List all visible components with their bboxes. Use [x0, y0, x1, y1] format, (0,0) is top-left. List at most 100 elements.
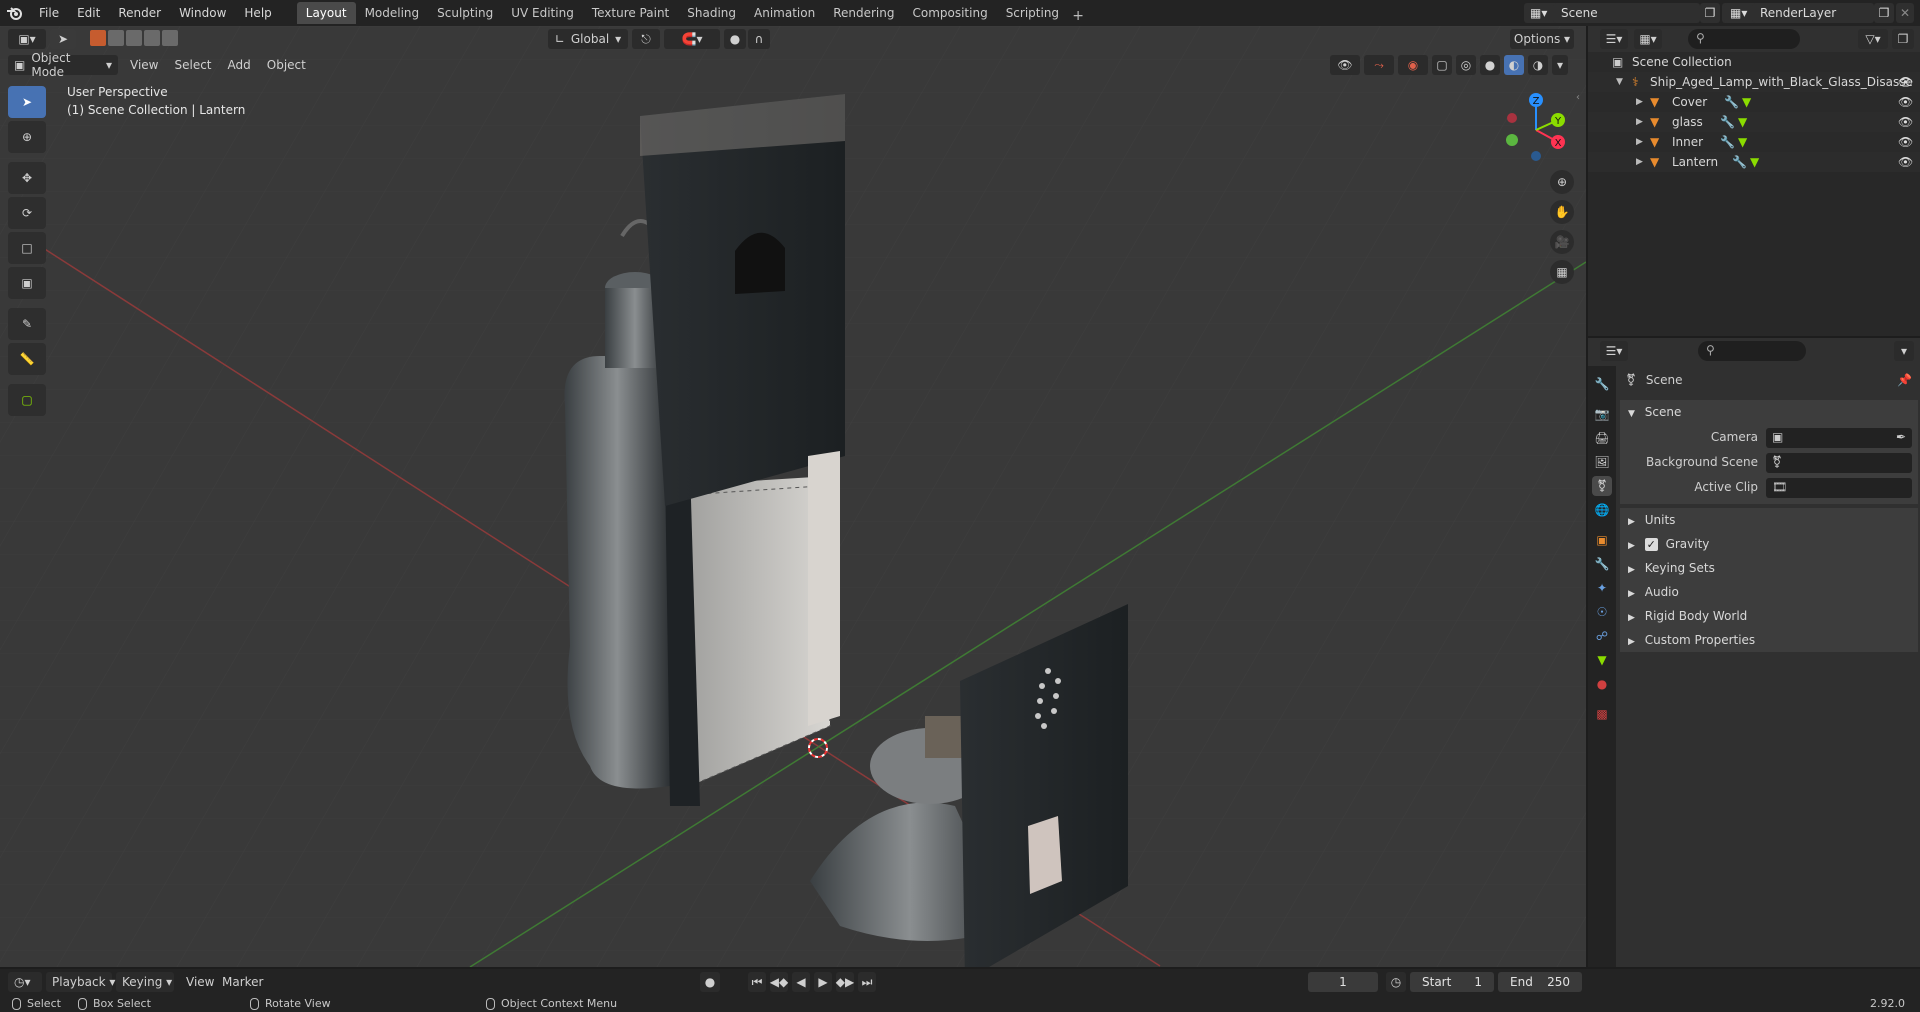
menu-edit[interactable]: Edit: [68, 0, 109, 26]
start-frame-field[interactable]: Start 1: [1410, 972, 1494, 992]
current-frame-field[interactable]: 1: [1308, 972, 1378, 992]
transform-tool[interactable]: ▣: [8, 267, 46, 299]
tab-uv-editing[interactable]: UV Editing: [502, 2, 583, 24]
select-difference-icon[interactable]: [144, 30, 160, 46]
view-layer-name-field[interactable]: RenderLayer: [1752, 3, 1874, 23]
tab-layout[interactable]: Layout: [296, 2, 356, 24]
select-new-icon[interactable]: [90, 30, 106, 46]
constraints-tab-icon[interactable]: ☍: [1592, 626, 1612, 646]
menu-marker[interactable]: Marker: [214, 969, 271, 995]
chevron-down-icon[interactable]: ▾: [1552, 55, 1568, 75]
pivot-point-icon[interactable]: ⎋: [632, 29, 660, 49]
outliner-row-lantern[interactable]: ▶ ▼ Lantern 🔧 ▼ 👁: [1588, 152, 1920, 172]
measure-tool[interactable]: 📏: [8, 343, 46, 375]
gizmo-neg-z[interactable]: [1531, 151, 1541, 161]
properties-editor-icon[interactable]: ☰▾: [1600, 341, 1628, 361]
object-tab-icon[interactable]: ▣: [1592, 530, 1612, 550]
transform-orientation-dropdown[interactable]: ∟ Global ▾: [548, 29, 628, 49]
select-extend-icon[interactable]: [108, 30, 124, 46]
preview-range-icon[interactable]: ◷: [1386, 972, 1406, 992]
navigation-gizmo[interactable]: Z X Y: [1500, 88, 1572, 166]
mesh-data-icon[interactable]: ▼: [1750, 152, 1759, 172]
wireframe-shading-icon[interactable]: ◎: [1456, 55, 1476, 75]
new-scene-icon[interactable]: ❐: [1700, 3, 1720, 23]
tab-modeling[interactable]: Modeling: [356, 2, 429, 24]
menu-select[interactable]: Select: [166, 52, 219, 78]
visibility-icon[interactable]: 👁: [1330, 55, 1360, 75]
eyedropper-icon[interactable]: ✒: [1896, 430, 1906, 444]
display-mode-icon[interactable]: ▦▾: [1634, 29, 1662, 49]
filter-icon[interactable]: ▽▾: [1858, 29, 1888, 49]
outliner-editor-icon[interactable]: ☰▾: [1600, 29, 1628, 49]
camera-field[interactable]: ▣ ✒: [1766, 428, 1912, 448]
record-icon[interactable]: ●: [700, 972, 720, 992]
particles-tab-icon[interactable]: ✦: [1592, 578, 1612, 598]
next-keyframe-icon[interactable]: ◆▶: [836, 972, 854, 992]
rigid-body-world-panel-header[interactable]: ▶ Rigid Body World: [1620, 604, 1918, 628]
play-icon[interactable]: ▶: [814, 972, 832, 992]
editor-type-button[interactable]: ▣▾: [8, 29, 46, 49]
background-scene-field[interactable]: ⚧: [1766, 453, 1912, 473]
rotate-tool[interactable]: ⟳: [8, 197, 46, 229]
add-workspace-button[interactable]: +: [1068, 8, 1088, 24]
modifier-wrench-icon[interactable]: 🔧: [1720, 132, 1735, 152]
menu-window[interactable]: Window: [170, 0, 235, 26]
menu-object[interactable]: Object: [259, 52, 314, 78]
material-shading-icon[interactable]: ◐: [1504, 55, 1524, 75]
modifier-wrench-icon[interactable]: 🔧: [1732, 152, 1747, 172]
audio-panel-header[interactable]: ▶ Audio: [1620, 580, 1918, 604]
tab-rendering[interactable]: Rendering: [824, 2, 903, 24]
xray-icon[interactable]: ▢: [1432, 55, 1452, 75]
units-panel-header[interactable]: ▶ Units: [1620, 508, 1918, 532]
timeline-editor-icon[interactable]: ◷▾: [8, 972, 42, 992]
cursor-tool[interactable]: ⊕: [8, 121, 46, 153]
eye-icon[interactable]: 👁: [1898, 152, 1913, 172]
eye-icon[interactable]: 👁: [1898, 72, 1913, 92]
scale-tool[interactable]: □: [8, 232, 46, 264]
jump-end-icon[interactable]: ⏭: [858, 972, 876, 992]
sidebar-toggle-icon[interactable]: ‹: [1576, 92, 1580, 103]
output-tab-icon[interactable]: 🖨: [1592, 428, 1612, 448]
keying-sets-panel-header[interactable]: ▶ Keying Sets: [1620, 556, 1918, 580]
menu-render[interactable]: Render: [109, 0, 170, 26]
pin-icon[interactable]: 📌: [1897, 370, 1912, 390]
tab-shading[interactable]: Shading: [678, 2, 745, 24]
physics-tab-icon[interactable]: ☉: [1592, 602, 1612, 622]
menu-view[interactable]: View: [122, 52, 166, 78]
custom-properties-panel-header[interactable]: ▶ Custom Properties: [1620, 628, 1918, 652]
solid-shading-icon[interactable]: ●: [1480, 55, 1500, 75]
gizmo-neg-x[interactable]: [1507, 113, 1517, 123]
gizmo-icon[interactable]: ⤳: [1364, 55, 1394, 75]
scene-name-field[interactable]: Scene: [1553, 3, 1700, 23]
scene-panel-header[interactable]: ▼ Scene: [1620, 400, 1918, 424]
falloff-icon[interactable]: ∩: [748, 29, 770, 49]
outliner-row-collection[interactable]: ▼ ⚕ Ship_Aged_Lamp_with_Black_Glass_Disa…: [1588, 72, 1920, 92]
snap-icon[interactable]: 🧲▾: [664, 29, 720, 49]
cover-object[interactable]: [640, 94, 845, 506]
gravity-panel-header[interactable]: ▶ ✓ Gravity: [1620, 532, 1918, 556]
eye-icon[interactable]: 👁: [1898, 132, 1913, 152]
modifier-tab-icon[interactable]: 🔧: [1592, 554, 1612, 574]
tool-tab-icon[interactable]: 🔧: [1592, 374, 1612, 394]
select-subtract-icon[interactable]: [126, 30, 142, 46]
eye-icon[interactable]: 👁: [1898, 112, 1913, 132]
mode-dropdown[interactable]: ▣ Object Mode ▾: [8, 51, 118, 79]
select-intersect-icon[interactable]: [162, 30, 178, 46]
3d-viewport[interactable]: ▣▾ ➤ ∟ Global ▾ ⎋ 🧲▾ ● ∩ Options ▾ ▣ Obj…: [0, 26, 1586, 967]
mesh-data-icon[interactable]: ▼: [1738, 132, 1747, 152]
camera-view-icon[interactable]: 🎥: [1550, 230, 1574, 254]
view-layer-tab-icon[interactable]: 🖼: [1592, 452, 1612, 472]
overlays-icon[interactable]: ◉: [1398, 55, 1428, 75]
tab-texture-paint[interactable]: Texture Paint: [583, 2, 678, 24]
chevron-down-icon[interactable]: ▾: [1894, 341, 1914, 361]
material-tab-icon[interactable]: ●: [1592, 674, 1612, 694]
eye-icon[interactable]: 👁: [1898, 92, 1913, 112]
expand-triangle-icon[interactable]: ▶: [1636, 132, 1643, 152]
tab-animation[interactable]: Animation: [745, 2, 824, 24]
texture-tab-icon[interactable]: ▩: [1592, 704, 1612, 724]
add-cube-tool[interactable]: ▢: [8, 384, 46, 416]
expand-triangle-icon[interactable]: ▶: [1636, 92, 1643, 112]
annotate-tool[interactable]: ✎: [8, 308, 46, 340]
gizmo-neg-y[interactable]: [1506, 134, 1518, 146]
menu-add[interactable]: Add: [220, 52, 259, 78]
